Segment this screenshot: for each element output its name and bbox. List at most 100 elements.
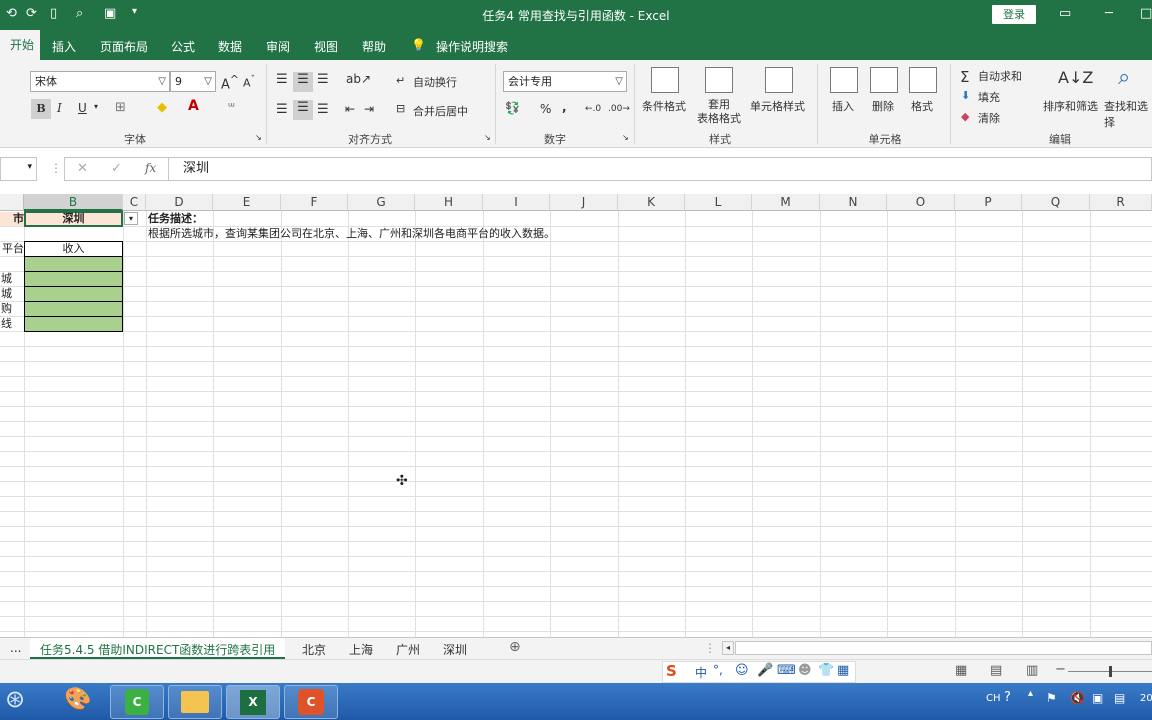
- login-button[interactable]: 登录: [992, 5, 1036, 24]
- sheet-tab-shanghai[interactable]: 上海: [349, 641, 373, 658]
- percent-icon[interactable]: %: [540, 102, 551, 116]
- minimize-icon[interactable]: ─: [1105, 6, 1113, 21]
- cell-a5[interactable]: 城: [0, 272, 12, 286]
- tab-home[interactable]: 开始: [0, 30, 40, 60]
- conditional-format-button[interactable]: 条件格式: [642, 98, 686, 114]
- align-right-icon[interactable]: ☰: [317, 102, 329, 117]
- punctuation-icon[interactable]: °,: [713, 663, 723, 677]
- page-layout-view-icon[interactable]: ▤: [990, 663, 1002, 678]
- decrease-indent-icon[interactable]: ⇤: [345, 102, 355, 116]
- wrap-text-button[interactable]: 自动换行: [413, 74, 457, 90]
- sogou-logo-icon[interactable]: S: [666, 662, 677, 680]
- phonetic-icon[interactable]: ᵚ: [228, 100, 235, 113]
- col-header-c[interactable]: C: [123, 194, 146, 211]
- task-description[interactable]: 根据所选城市，查询某集团公司在北京、上海、广州和深圳各电商平台的收入数据。: [148, 227, 555, 241]
- find-select-button[interactable]: 查找和选择: [1104, 98, 1152, 130]
- horizontal-scrollbar[interactable]: [735, 641, 1152, 655]
- spreadsheet-grid[interactable]: B C D E F G H I J K L M N O P Q R 市 深圳 ▾…: [0, 194, 1152, 637]
- taskbar-camtasia-red[interactable]: C: [284, 685, 338, 719]
- col-header-q[interactable]: Q: [1022, 194, 1090, 211]
- delete-cells-button[interactable]: 删除: [872, 98, 894, 114]
- col-header-j[interactable]: J: [550, 194, 618, 211]
- increase-font-icon[interactable]: A^: [221, 73, 239, 92]
- insert-function-button[interactable]: fx: [145, 161, 156, 175]
- col-header-m[interactable]: M: [752, 194, 820, 211]
- select-all-corner[interactable]: [0, 194, 24, 211]
- cell-a6[interactable]: 城: [0, 287, 12, 301]
- network-icon[interactable]: ▣: [1092, 691, 1103, 705]
- italic-button[interactable]: I: [57, 101, 62, 115]
- increase-decimal-icon[interactable]: ←.0: [585, 104, 601, 114]
- normal-view-icon[interactable]: ▦: [955, 663, 967, 678]
- col-header-d[interactable]: D: [146, 194, 213, 211]
- bold-button[interactable]: B: [31, 99, 51, 119]
- volume-icon[interactable]: 🔇: [1070, 691, 1085, 705]
- toolbox-icon[interactable]: ▦: [837, 663, 849, 678]
- cell-a1[interactable]: 市: [0, 212, 24, 226]
- table-format-button[interactable]: 套用 表格格式: [692, 98, 746, 126]
- cell-b3[interactable]: 收入: [24, 241, 123, 257]
- format-cells-button[interactable]: 格式: [911, 98, 933, 114]
- clear-button[interactable]: 清除: [978, 110, 1000, 126]
- dropdown-arrow-icon[interactable]: ▾: [124, 212, 138, 225]
- user-icon[interactable]: ☻: [798, 663, 812, 678]
- task-heading[interactable]: 任务描述：: [148, 212, 203, 226]
- add-sheet-icon[interactable]: ⊕: [509, 639, 521, 655]
- sheet-tab-beijing[interactable]: 北京: [302, 641, 326, 658]
- currency-icon[interactable]: 💱: [505, 101, 520, 115]
- fill-color-icon[interactable]: ◆: [157, 100, 167, 115]
- font-size-select[interactable]: 9 ▽: [170, 71, 216, 92]
- chinese-mode-icon[interactable]: 中: [695, 664, 707, 681]
- cell-styles-button[interactable]: 单元格样式: [750, 98, 805, 114]
- col-header-i[interactable]: I: [483, 194, 550, 211]
- decrease-font-icon[interactable]: Aˇ: [243, 74, 255, 90]
- tab-view[interactable]: 视图: [314, 38, 338, 55]
- cell-b4[interactable]: [24, 256, 123, 272]
- tell-me-search[interactable]: 操作说明搜索: [436, 38, 508, 55]
- align-bottom-icon[interactable]: ☰: [317, 72, 329, 87]
- cell-a7[interactable]: 购: [0, 302, 12, 316]
- dialog-launcher-icon[interactable]: ↘: [484, 133, 491, 142]
- cell-a8[interactable]: 线: [0, 317, 12, 331]
- sheet-tab-shenzhen[interactable]: 深圳: [443, 641, 467, 658]
- comma-icon[interactable]: ,: [562, 100, 567, 114]
- font-name-select[interactable]: 宋体 ▽: [30, 71, 170, 92]
- col-header-f[interactable]: F: [281, 194, 348, 211]
- col-header-n[interactable]: N: [820, 194, 887, 211]
- tab-formulas[interactable]: 公式: [171, 38, 195, 55]
- flag-icon[interactable]: ⚑: [1046, 691, 1057, 705]
- skin-icon[interactable]: 👕: [818, 663, 834, 678]
- cell-b6[interactable]: [24, 286, 123, 302]
- border-icon[interactable]: ⊞: [115, 100, 126, 115]
- enter-icon[interactable]: ✓: [111, 161, 122, 176]
- sort-filter-button[interactable]: 排序和筛选: [1043, 98, 1098, 114]
- show-hidden-icons-icon[interactable]: ▴: [1028, 688, 1033, 699]
- col-header-k[interactable]: K: [618, 194, 685, 211]
- cell-b7[interactable]: [24, 301, 123, 317]
- ribbon-display-icon[interactable]: ▭: [1059, 6, 1071, 21]
- zoom-slider-thumb[interactable]: [1109, 666, 1112, 677]
- orientation-icon[interactable]: ab↗: [346, 72, 371, 86]
- dialog-launcher-icon[interactable]: ↘: [622, 133, 629, 142]
- col-header-e[interactable]: E: [213, 194, 281, 211]
- emoji-icon[interactable]: ☺: [735, 663, 749, 678]
- tab-data[interactable]: 数据: [218, 38, 242, 55]
- clock-fragment[interactable]: 20: [1140, 693, 1152, 704]
- scroll-left-icon[interactable]: ◂: [722, 641, 734, 655]
- align-left-icon[interactable]: ☰: [276, 102, 288, 117]
- col-header-p[interactable]: P: [955, 194, 1022, 211]
- cancel-icon[interactable]: ✕: [77, 161, 88, 176]
- keyboard-icon[interactable]: ⌨: [777, 663, 796, 678]
- help-icon[interactable]: ?: [1004, 690, 1011, 705]
- font-color-icon[interactable]: A: [188, 98, 199, 114]
- formula-input[interactable]: 深圳: [168, 157, 1152, 181]
- align-middle-icon[interactable]: ☰: [293, 72, 313, 92]
- taskbar-camtasia-green[interactable]: C: [110, 685, 164, 719]
- microphone-icon[interactable]: 🎤: [757, 663, 773, 678]
- cell-b8[interactable]: [24, 316, 123, 332]
- power-icon[interactable]: ▤: [1114, 691, 1125, 705]
- scroll-split-icon[interactable]: ⋮: [704, 641, 716, 655]
- cell-b1-selected[interactable]: 深圳: [24, 211, 123, 227]
- fill-button[interactable]: 填充: [978, 89, 1000, 105]
- taskbar-excel[interactable]: X: [226, 685, 280, 719]
